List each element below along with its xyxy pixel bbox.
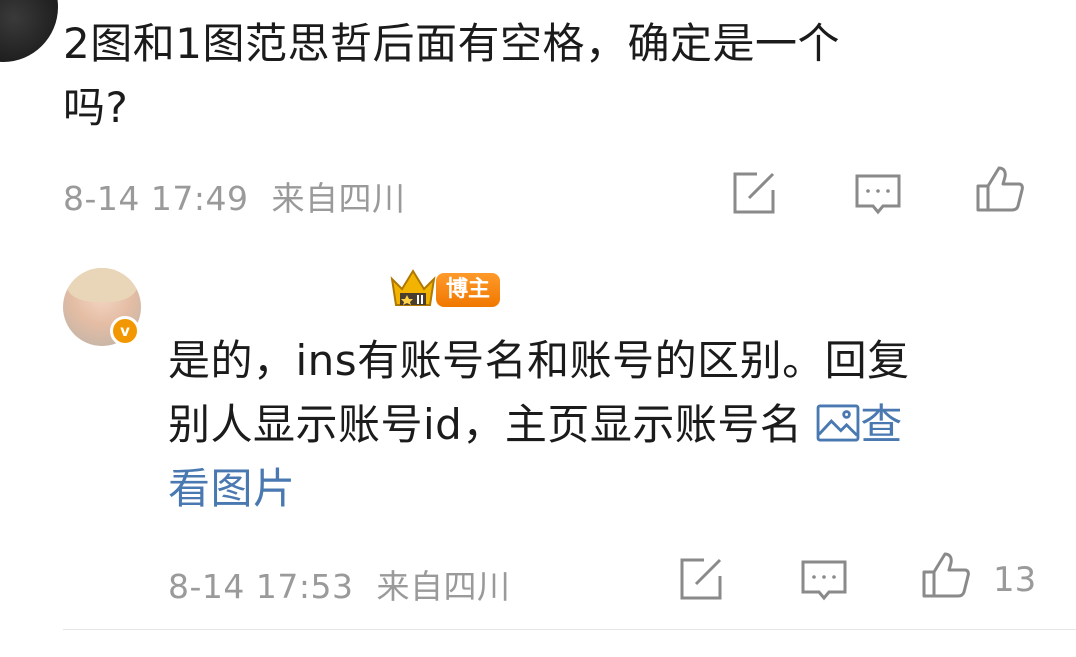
view-image-text-2[interactable]: 看图片 bbox=[168, 464, 296, 513]
image-icon bbox=[816, 404, 860, 442]
comment-text-line2: 吗? bbox=[63, 83, 129, 132]
comment-location: 来自四川 bbox=[271, 179, 406, 218]
reply-comment-icon[interactable] bbox=[799, 556, 849, 606]
view-image-link[interactable]: 查 bbox=[816, 400, 903, 449]
comment-icon[interactable] bbox=[853, 170, 903, 220]
reply-text-line2: 别人显示账号id，主页显示账号名 查 bbox=[168, 393, 1048, 457]
crown-icon bbox=[388, 265, 438, 311]
comment-meta: 8-14 17:49 来自四川 bbox=[63, 172, 406, 220]
reply-edit-icon[interactable] bbox=[676, 554, 726, 604]
reply-time: 8-14 17:53 bbox=[168, 567, 354, 606]
reply-text-line2-main: 别人显示账号id，主页显示账号名 bbox=[168, 400, 803, 449]
avatar-hair bbox=[67, 268, 137, 302]
reply-text: 是的，ins有账号名和账号的区别。回复 别人显示账号id，主页显示账号名 查 看图… bbox=[168, 329, 1048, 521]
commenter-avatar[interactable] bbox=[0, 0, 58, 62]
blogger-badge: 博主 bbox=[436, 273, 500, 307]
reply-location: 来自四川 bbox=[376, 567, 511, 606]
comment-text-line1: 2图和1图范思哲后面有空格，确定是一个 bbox=[63, 19, 840, 68]
edit-icon[interactable] bbox=[729, 168, 779, 218]
reply-text-line1: 是的，ins有账号名和账号的区别。回复 bbox=[168, 336, 910, 385]
like-icon[interactable] bbox=[975, 164, 1025, 214]
reply-like-icon[interactable] bbox=[921, 550, 971, 600]
reply-text-line3[interactable]: 看图片 bbox=[168, 457, 1048, 521]
view-image-text-1[interactable]: 查 bbox=[860, 400, 903, 449]
reply-meta: 8-14 17:53 来自四川 bbox=[168, 560, 511, 608]
verified-badge: v bbox=[110, 316, 140, 346]
divider bbox=[63, 629, 1076, 630]
like-count: 13 bbox=[993, 560, 1037, 600]
comment-text: 2图和1图范思哲后面有空格，确定是一个 吗? bbox=[63, 12, 840, 140]
comment-time: 8-14 17:49 bbox=[63, 179, 249, 218]
